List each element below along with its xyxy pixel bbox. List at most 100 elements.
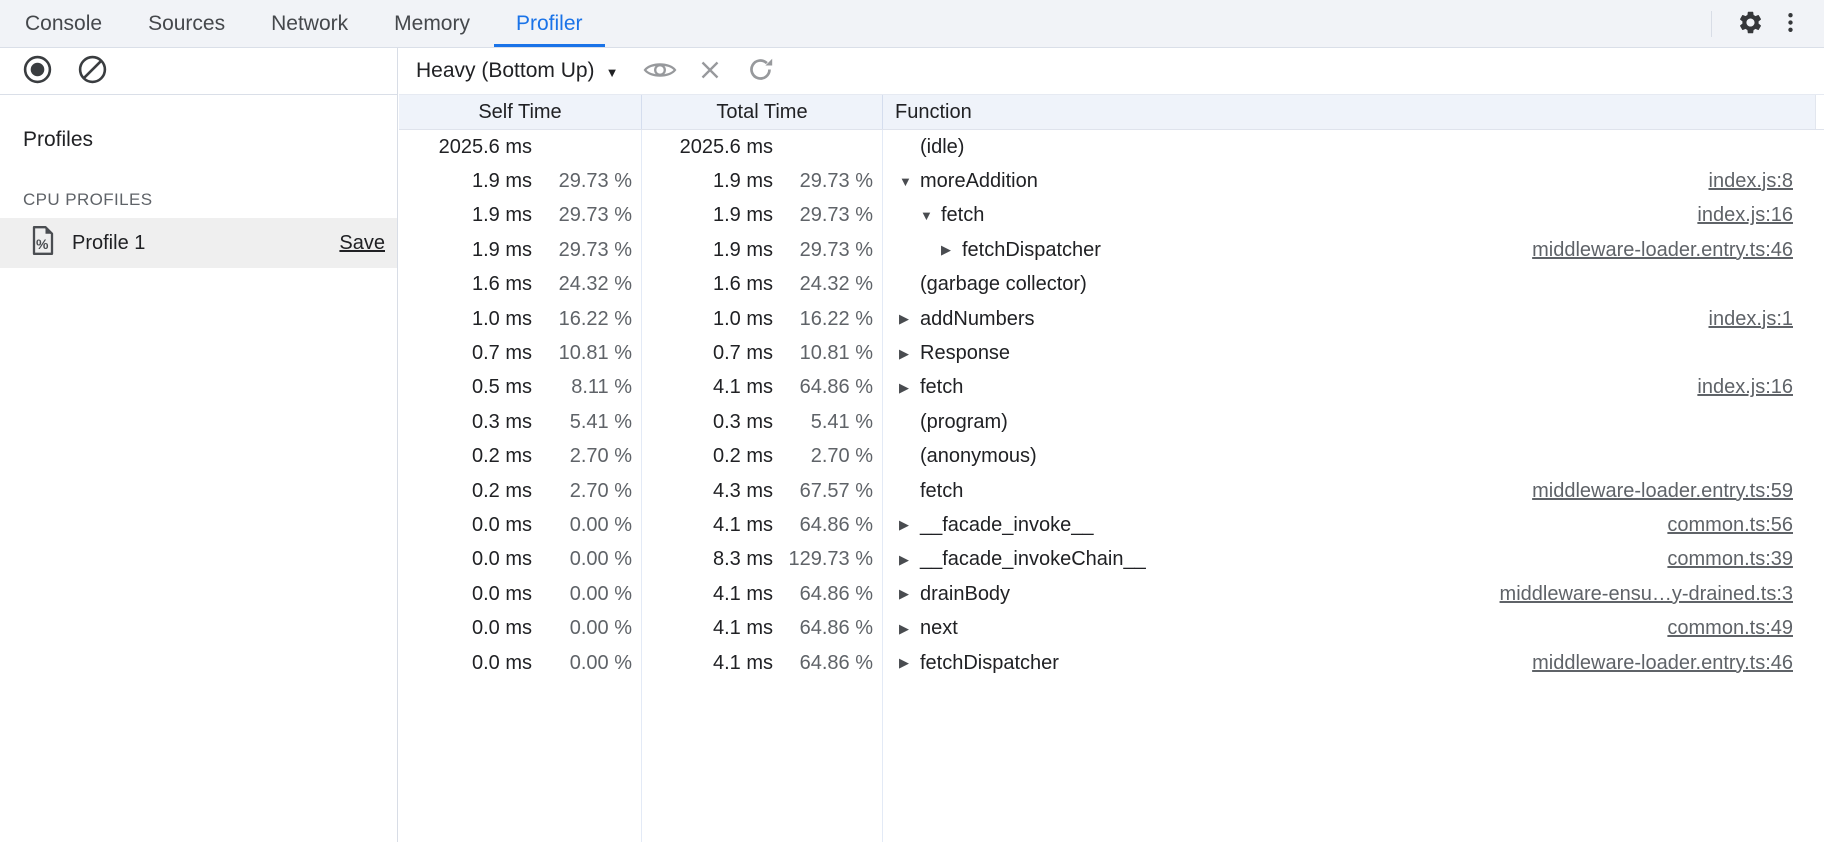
- expand-arrow-icon[interactable]: ▶: [899, 517, 920, 533]
- table-header: Self Time Total Time Function: [399, 95, 1824, 130]
- sidebar-toolbar: [0, 48, 397, 95]
- self-time-value: 1.9 ms: [399, 239, 532, 262]
- total-time-cell: 4.1 ms 64.86 %: [642, 376, 883, 399]
- total-time-cell: 8.3 ms 129.73 %: [642, 548, 883, 571]
- source-link[interactable]: middleware-loader.entry.ts:46: [1532, 239, 1824, 262]
- expand-arrow-icon[interactable]: ▼: [920, 208, 941, 223]
- total-time-value: 2025.6 ms: [642, 136, 773, 159]
- total-time-percent: 5.41 %: [773, 411, 873, 434]
- expand-arrow-icon[interactable]: ▶: [899, 621, 920, 637]
- self-time-value: 0.0 ms: [399, 583, 532, 606]
- expand-arrow-icon[interactable]: ▶: [899, 586, 920, 602]
- table-row[interactable]: 1.9 ms 29.73 % 1.9 ms 29.73 % ▶ fetchDis…: [399, 233, 1824, 267]
- total-time-value: 0.2 ms: [642, 445, 773, 468]
- source-link[interactable]: common.ts:49: [1667, 617, 1824, 640]
- table-row[interactable]: 0.2 ms 2.70 % 0.2 ms 2.70 % (anonymous): [399, 440, 1824, 474]
- table-row[interactable]: 1.6 ms 24.32 % 1.6 ms 24.32 % (garbage c…: [399, 268, 1824, 302]
- self-time-value: 0.7 ms: [399, 342, 532, 365]
- self-time-cell: 0.2 ms 2.70 %: [399, 480, 642, 503]
- tab-network[interactable]: Network: [248, 0, 371, 47]
- total-time-percent: 129.73 %: [773, 548, 873, 571]
- table-row[interactable]: 0.2 ms 2.70 % 4.3 ms 67.57 % fetch middl…: [399, 474, 1824, 508]
- table-row[interactable]: 0.0 ms 0.00 % 4.1 ms 64.86 % ▶ next comm…: [399, 611, 1824, 645]
- table-row[interactable]: 0.0 ms 0.00 % 4.1 ms 64.86 % ▶ __facade_…: [399, 508, 1824, 542]
- function-name: fetch: [920, 376, 963, 399]
- total-time-value: 4.3 ms: [642, 480, 773, 503]
- expand-arrow-icon[interactable]: ▶: [899, 655, 920, 671]
- expand-arrow-icon[interactable]: ▶: [899, 552, 920, 568]
- self-time-percent: 16.22 %: [532, 308, 632, 331]
- function-name: next: [920, 617, 958, 640]
- self-time-value: 2025.6 ms: [399, 136, 532, 159]
- self-time-cell: 0.0 ms 0.00 %: [399, 514, 642, 537]
- focus-function-button[interactable]: [640, 51, 680, 91]
- exclude-function-button[interactable]: [690, 51, 730, 91]
- source-link[interactable]: middleware-loader.entry.ts:46: [1532, 652, 1824, 675]
- table-row[interactable]: 1.0 ms 16.22 % 1.0 ms 16.22 % ▶ addNumbe…: [399, 302, 1824, 336]
- table-row[interactable]: 0.7 ms 10.81 % 0.7 ms 10.81 % ▶ Response: [399, 336, 1824, 370]
- tab-memory[interactable]: Memory: [371, 0, 493, 47]
- source-link[interactable]: index.js:8: [1709, 170, 1824, 193]
- tab-bar-right: [1711, 0, 1824, 47]
- table-row[interactable]: 0.0 ms 0.00 % 8.3 ms 129.73 % ▶ __facade…: [399, 543, 1824, 577]
- self-time-percent: 8.11 %: [532, 376, 632, 399]
- view-mode-label: Heavy (Bottom Up): [416, 59, 595, 83]
- self-time-percent: 24.32 %: [532, 273, 632, 296]
- column-header-total-time[interactable]: Total Time: [642, 95, 883, 129]
- restore-functions-button[interactable]: [740, 51, 780, 91]
- total-time-value: 4.1 ms: [642, 617, 773, 640]
- clear-profiles-button[interactable]: [72, 51, 112, 91]
- record-profile-button[interactable]: [17, 51, 57, 91]
- view-mode-dropdown[interactable]: Heavy (Bottom Up) ▼: [416, 59, 618, 83]
- expand-arrow-icon[interactable]: ▶: [941, 242, 962, 258]
- expand-arrow-icon[interactable]: ▶: [899, 346, 920, 362]
- gear-icon: [1737, 9, 1764, 39]
- tab-list: Console Sources Network Memory Profiler: [0, 0, 606, 47]
- expand-arrow-icon[interactable]: ▶: [899, 311, 920, 327]
- source-link[interactable]: index.js:16: [1697, 376, 1824, 399]
- table-row[interactable]: 2025.6 ms 2025.6 ms (idle): [399, 130, 1824, 164]
- table-row[interactable]: 1.9 ms 29.73 % 1.9 ms 29.73 % ▼ fetch in…: [399, 199, 1824, 233]
- self-time-cell: 1.0 ms 16.22 %: [399, 308, 642, 331]
- self-time-percent: 0.00 %: [532, 514, 632, 537]
- svg-text:%: %: [36, 236, 49, 252]
- table-row[interactable]: 0.3 ms 5.41 % 0.3 ms 5.41 % (program): [399, 405, 1824, 439]
- table-row[interactable]: 1.9 ms 29.73 % 1.9 ms 29.73 % ▼ moreAddi…: [399, 164, 1824, 198]
- total-time-cell: 1.9 ms 29.73 %: [642, 170, 883, 193]
- tab-profiler[interactable]: Profiler: [493, 0, 606, 47]
- table-row[interactable]: 0.0 ms 0.00 % 4.1 ms 64.86 % ▶ drainBody…: [399, 577, 1824, 611]
- function-cell: (garbage collector): [883, 273, 1824, 296]
- function-cell: fetch middleware-loader.entry.ts:59: [883, 480, 1824, 503]
- source-link[interactable]: middleware-ensu…y-drained.ts:3: [1500, 583, 1824, 606]
- function-name: (garbage collector): [920, 273, 1087, 296]
- function-cell: ▶ __facade_invokeChain__ common.ts:39: [883, 548, 1824, 571]
- tab-sources[interactable]: Sources: [125, 0, 248, 47]
- total-time-percent: [773, 136, 873, 159]
- source-link[interactable]: common.ts:39: [1667, 548, 1824, 571]
- profile-item-profile-1[interactable]: % Profile 1 Save: [0, 218, 397, 268]
- self-time-cell: 0.7 ms 10.81 %: [399, 342, 642, 365]
- tab-label: Sources: [148, 12, 225, 36]
- table-row[interactable]: 0.5 ms 8.11 % 4.1 ms 64.86 % ▶ fetch ind…: [399, 371, 1824, 405]
- tab-bar-divider: [1711, 11, 1712, 37]
- total-time-percent: 64.86 %: [773, 617, 873, 640]
- settings-button[interactable]: [1730, 4, 1770, 44]
- save-profile-link[interactable]: Save: [339, 232, 385, 255]
- source-link[interactable]: middleware-loader.entry.ts:59: [1532, 480, 1824, 503]
- profiler-toolbar: Heavy (Bottom Up) ▼: [399, 48, 1824, 95]
- more-options-button[interactable]: [1770, 4, 1810, 44]
- source-link[interactable]: index.js:1: [1709, 308, 1824, 331]
- expand-arrow-icon[interactable]: ▶: [899, 380, 920, 396]
- function-name: fetchDispatcher: [920, 652, 1059, 675]
- column-header-function[interactable]: Function: [883, 95, 1815, 129]
- tab-console[interactable]: Console: [2, 0, 125, 47]
- expand-arrow-icon[interactable]: ▼: [899, 174, 920, 189]
- total-time-cell: 1.0 ms 16.22 %: [642, 308, 883, 331]
- column-header-self-time[interactable]: Self Time: [399, 95, 642, 129]
- self-time-percent: 5.41 %: [532, 411, 632, 434]
- self-time-value: 0.3 ms: [399, 411, 532, 434]
- function-cell: (idle): [883, 136, 1824, 159]
- table-row[interactable]: 0.0 ms 0.00 % 4.1 ms 64.86 % ▶ fetchDisp…: [399, 646, 1824, 680]
- source-link[interactable]: common.ts:56: [1667, 514, 1824, 537]
- source-link[interactable]: index.js:16: [1697, 204, 1824, 227]
